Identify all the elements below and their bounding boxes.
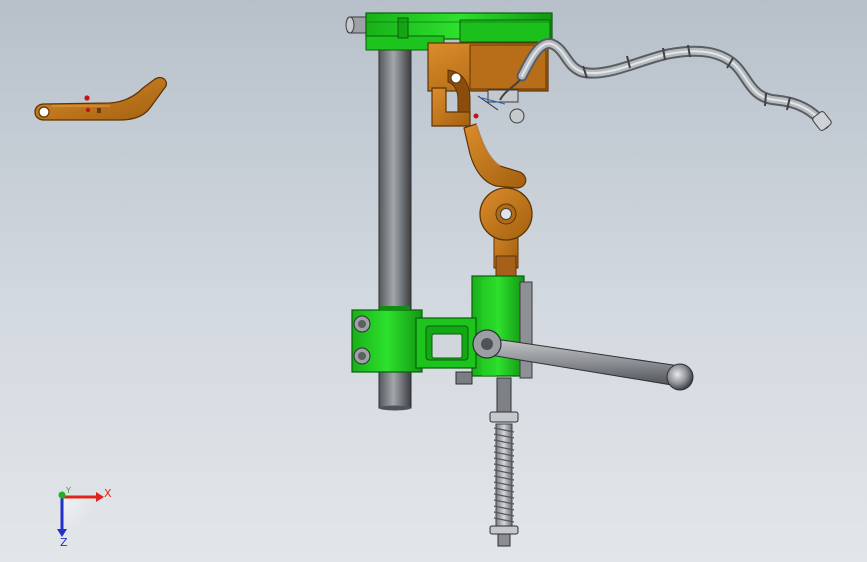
loose-lever-part[interactable] [34,76,168,121]
post-clamp[interactable] [351,306,477,385]
assembly-drawing: X Z Y [34,12,832,549]
z-axis-label: Z [60,536,68,549]
x-arrow-head [96,492,104,502]
spring-plunger[interactable] [489,377,519,547]
curved-arm[interactable] [463,123,527,189]
coil-spring [493,423,515,529]
coordinate-triad: X Z Y [57,486,112,549]
slide-block[interactable] [471,275,533,379]
y-axis-label: Y [65,486,71,495]
cad-viewport[interactable]: X Z Y [0,0,867,562]
x-axis-label: X [104,487,112,500]
y-axis-dot [58,491,66,499]
roller-link[interactable] [479,187,533,277]
air-hose[interactable] [499,38,832,131]
